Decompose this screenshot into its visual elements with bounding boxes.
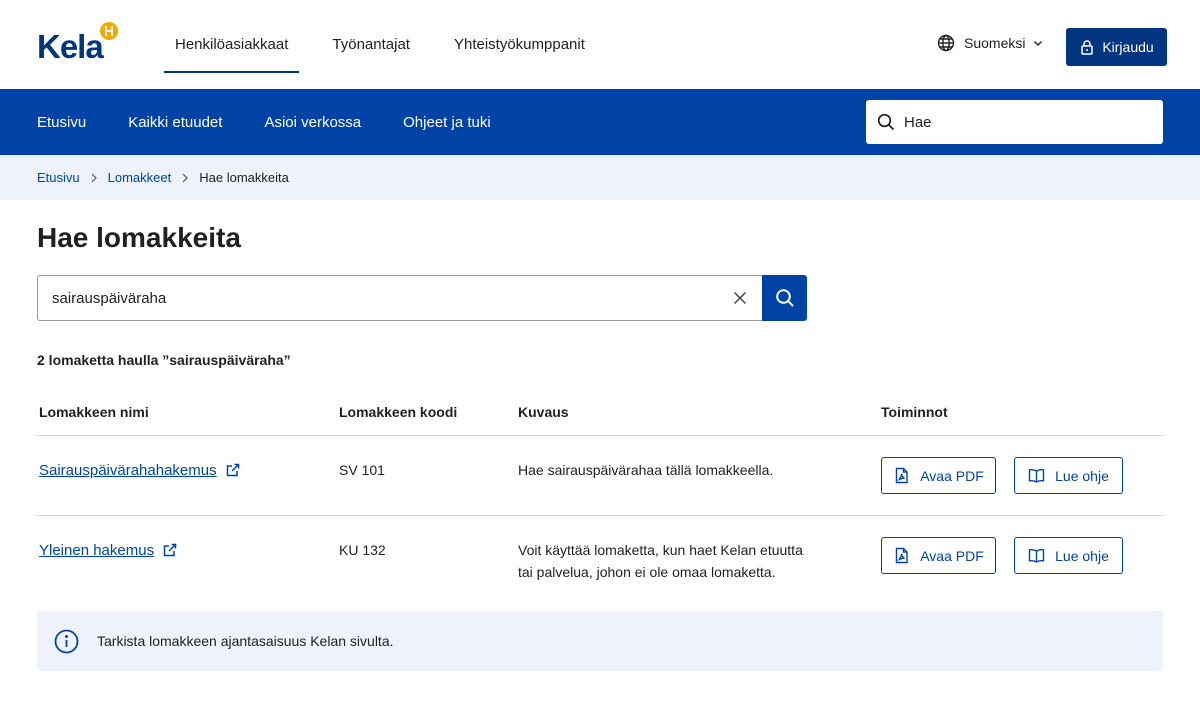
language-selector[interactable]: Suomeksi xyxy=(937,34,1043,52)
breadcrumb-current: Hae lomakkeita xyxy=(199,170,289,185)
notice-text: Tarkista lomakkeen ajantasaisuus Kelan s… xyxy=(97,633,394,649)
pdf-file-icon xyxy=(896,467,908,484)
read-guide-button[interactable]: Lue ohje xyxy=(1014,457,1123,494)
column-header-actions: Toiminnot xyxy=(881,404,948,420)
pdf-file-icon xyxy=(896,547,908,564)
form-code: KU 132 xyxy=(339,542,386,558)
open-pdf-button[interactable]: Avaa PDF xyxy=(881,537,996,574)
form-link[interactable]: Sairauspäivärahahakemus xyxy=(39,462,217,479)
form-description-line: tai palvelua, johon ei ole omaa lomakett… xyxy=(518,564,776,580)
column-header-name: Lomakkeen nimi xyxy=(39,404,149,420)
top-header: Kela Henkilöasiakkaat Työnantajat Yhteis… xyxy=(0,0,1200,89)
read-guide-label: Lue ohje xyxy=(1055,547,1109,564)
info-notice: Tarkista lomakkeen ajantasaisuus Kelan s… xyxy=(37,611,1163,671)
form-search xyxy=(37,275,807,321)
external-link-icon[interactable] xyxy=(163,543,177,557)
login-button[interactable]: Kirjaudu xyxy=(1066,28,1167,66)
globe-icon xyxy=(937,34,955,52)
breadcrumb-link-lomakkeet[interactable]: Lomakkeet xyxy=(108,170,172,185)
result-count: 2 lomaketta haulla ”sairauspäiväraha” xyxy=(37,352,291,368)
table-row: Yleinen hakemus KU 132 Voit käyttää loma… xyxy=(37,516,1163,596)
form-code: SV 101 xyxy=(339,462,385,478)
form-name-cell: Sairauspäivärahahakemus xyxy=(39,459,240,482)
nav-item-tyonantajat[interactable]: Työnantajat xyxy=(321,0,421,89)
form-search-input[interactable] xyxy=(52,289,712,307)
subnav-item-asioi-verkossa[interactable]: Asioi verkossa xyxy=(264,114,361,131)
form-link[interactable]: Yleinen hakemus xyxy=(39,542,154,559)
form-name-cell: Yleinen hakemus xyxy=(39,539,177,562)
info-icon xyxy=(54,629,79,653)
breadcrumb: Etusivu Lomakkeet Hae lomakkeita xyxy=(37,155,289,200)
language-label: Suomeksi xyxy=(964,35,1026,51)
logo-badge-icon xyxy=(100,22,118,40)
read-guide-label: Lue ohje xyxy=(1055,467,1109,484)
main-navigation: Henkilöasiakkaat Työnantajat Yhteistyöku… xyxy=(164,0,618,89)
secondary-navigation: Etusivu Kaikki etuudet Asioi verkossa Oh… xyxy=(37,89,533,155)
form-description: Voit käyttää lomaketta, kun haet Kelan e… xyxy=(518,539,818,583)
search-icon xyxy=(877,113,895,131)
book-icon xyxy=(1028,468,1045,483)
close-icon[interactable] xyxy=(732,290,748,306)
read-guide-button[interactable]: Lue ohje xyxy=(1014,537,1123,574)
form-search-button[interactable] xyxy=(762,275,807,321)
chevron-down-icon xyxy=(1034,41,1043,46)
external-link-icon[interactable] xyxy=(226,463,240,477)
lock-icon xyxy=(1081,40,1094,55)
kela-logo[interactable]: Kela xyxy=(37,22,127,66)
column-header-description: Kuvaus xyxy=(518,404,569,420)
forms-table: Lomakkeen nimi Lomakkeen koodi Kuvaus To… xyxy=(37,390,1163,596)
table-header: Lomakkeen nimi Lomakkeen koodi Kuvaus To… xyxy=(37,390,1163,436)
open-pdf-button[interactable]: Avaa PDF xyxy=(881,457,996,494)
site-search-input[interactable] xyxy=(904,113,1144,131)
subnav-item-kaikki-etuudet[interactable]: Kaikki etuudet xyxy=(128,114,222,131)
open-pdf-label: Avaa PDF xyxy=(920,547,984,564)
table-row: Sairauspäivärahahakemus SV 101 Hae saira… xyxy=(37,436,1163,516)
form-description: Hae sairauspäivärahaa tällä lomakkeella. xyxy=(518,459,818,481)
search-icon xyxy=(775,289,794,307)
chevron-right-icon xyxy=(182,173,189,182)
nav-item-henkiloasiakkaat[interactable]: Henkilöasiakkaat xyxy=(164,0,300,89)
nav-item-yhteistyokumppanit[interactable]: Yhteistyökumppanit xyxy=(443,0,596,89)
open-pdf-label: Avaa PDF xyxy=(920,467,984,484)
form-description-line: Hae sairauspäivärahaa tällä lomakkeella. xyxy=(518,462,774,478)
book-icon xyxy=(1028,548,1045,563)
page-title: Hae lomakkeita xyxy=(37,222,241,253)
breadcrumb-link-etusivu[interactable]: Etusivu xyxy=(37,170,80,185)
form-search-field[interactable] xyxy=(37,275,763,321)
breadcrumb-bar: Etusivu Lomakkeet Hae lomakkeita xyxy=(0,155,1200,200)
subnav-item-ohjeet-ja-tuki[interactable]: Ohjeet ja tuki xyxy=(403,114,491,131)
chevron-right-icon xyxy=(91,173,97,182)
subnav-item-etusivu[interactable]: Etusivu xyxy=(37,114,86,131)
column-header-code: Lomakkeen koodi xyxy=(339,404,458,420)
form-description-line: Voit käyttää lomaketta, kun haet Kelan e… xyxy=(518,542,803,558)
site-search-box[interactable] xyxy=(866,100,1163,144)
login-label: Kirjaudu xyxy=(1102,39,1154,55)
logo-text: Kela xyxy=(37,28,104,65)
secondary-navigation-bar: Etusivu Kaikki etuudet Asioi verkossa Oh… xyxy=(0,89,1200,155)
